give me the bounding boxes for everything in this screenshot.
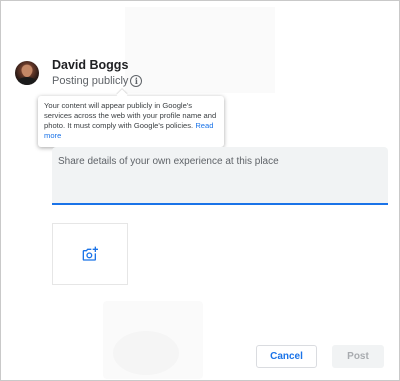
review-input[interactable] [58, 156, 382, 194]
info-icon[interactable]: i [130, 75, 143, 87]
cancel-button[interactable]: Cancel [256, 345, 317, 368]
review-dialog: David Boggs Posting publicly i Your cont… [0, 0, 400, 381]
post-button[interactable]: Post [332, 345, 384, 368]
background-ghost-shape [125, 7, 275, 93]
background-ghost-shape [113, 331, 179, 375]
add-photo-button[interactable] [52, 223, 128, 285]
posting-info-tooltip: Your content will appear publicly in Goo… [38, 89, 224, 147]
review-text-field[interactable] [52, 147, 388, 205]
tooltip-text: Your content will appear publicly in Goo… [44, 101, 217, 130]
posting-status-row: Posting publicly i [52, 75, 143, 87]
add-photo-icon [82, 246, 98, 261]
user-name: David Boggs [52, 58, 129, 72]
avatar-shoulders [17, 77, 37, 85]
avatar [15, 61, 39, 85]
posting-status-label: Posting publicly [52, 75, 129, 87]
avatar-face [22, 65, 32, 77]
